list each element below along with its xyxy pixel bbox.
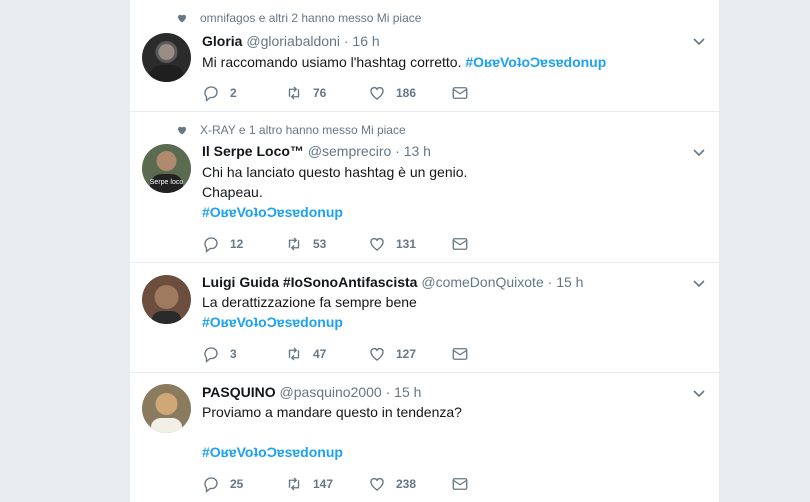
retweet-icon bbox=[288, 347, 300, 361]
tweet-text-line: La derattizzazione fa sempre bene bbox=[202, 294, 417, 310]
message-icon[interactable] bbox=[451, 475, 469, 493]
reply-icon bbox=[204, 477, 218, 493]
hashtag-link[interactable]: #OʁɐVoʇoƆɐsɐdonup bbox=[465, 54, 606, 70]
like-count: 238 bbox=[396, 477, 417, 491]
chevron-down-icon[interactable] bbox=[693, 388, 705, 400]
tweet-text-line: Chapeau. bbox=[202, 184, 263, 200]
reply-count: 3 bbox=[230, 347, 237, 361]
reply-button[interactable]: 25 bbox=[202, 475, 285, 493]
like-count: 186 bbox=[396, 86, 417, 100]
heart-icon bbox=[370, 238, 384, 251]
tweet-text: La derattizzazione fa sempre bene #OʁɐVo… bbox=[202, 292, 417, 332]
like-button[interactable]: 186 bbox=[368, 84, 451, 102]
heart-icon bbox=[178, 126, 186, 135]
retweet-button[interactable]: 76 bbox=[285, 84, 368, 102]
tweet-text-line: Chi ha lanciato questo hashtag è un geni… bbox=[202, 164, 468, 180]
separator-dot: · bbox=[395, 143, 400, 159]
heart-icon bbox=[178, 14, 186, 23]
author-name[interactable]: Luigi Guida #IoSonoAntifascista bbox=[202, 274, 417, 290]
avatar[interactable]: Serpe loco bbox=[142, 144, 191, 193]
retweet-count: 76 bbox=[313, 86, 327, 100]
social-context-text: omnifagos e altri 2 hanno messo Mi piace bbox=[200, 11, 422, 25]
avatar[interactable] bbox=[142, 33, 191, 82]
reply-icon bbox=[204, 86, 218, 102]
avatar[interactable] bbox=[142, 275, 191, 324]
timestamp[interactable]: 13 h bbox=[404, 143, 431, 159]
tweet-actions: 3 47 127 bbox=[202, 345, 469, 363]
reply-button[interactable]: 3 bbox=[202, 345, 285, 363]
timeline: omnifagos e altri 2 hanno messo Mi piace… bbox=[129, 0, 720, 502]
chevron-down-icon[interactable] bbox=[693, 36, 705, 48]
author-handle[interactable]: @comeDonQuixote bbox=[421, 274, 543, 290]
reply-icon bbox=[204, 237, 218, 253]
tweet-text-line: Mi raccomando usiamo l'hashtag corretto. bbox=[202, 54, 462, 70]
author-handle[interactable]: @gloriabaldoni bbox=[246, 33, 340, 49]
message-icon[interactable] bbox=[451, 345, 469, 363]
tweet-actions: 12 53 131 bbox=[202, 235, 469, 253]
author-handle[interactable]: @sempreciro bbox=[308, 143, 391, 159]
chevron-down-icon[interactable] bbox=[693, 278, 705, 290]
separator-dot: · bbox=[547, 274, 553, 290]
message-icon[interactable] bbox=[451, 84, 469, 102]
heart-icon bbox=[370, 478, 384, 491]
social-context: omnifagos e altri 2 hanno messo Mi piace bbox=[176, 11, 421, 25]
heart-icon bbox=[370, 87, 384, 100]
like-count: 127 bbox=[396, 347, 417, 361]
social-context: X-RAY e 1 altro hanno messo Mi piace bbox=[176, 123, 406, 137]
retweet-count: 147 bbox=[313, 477, 334, 491]
retweet-count: 53 bbox=[313, 237, 327, 251]
tweet[interactable]: X-RAY e 1 altro hanno messo Mi piace Ser… bbox=[130, 112, 719, 263]
author-name[interactable]: Il Serpe Loco™ bbox=[202, 143, 304, 159]
hashtag-link[interactable]: #OʁɐVoʇoƆɐsɐdonup bbox=[202, 442, 462, 462]
tweet[interactable]: PASQUINO @pasquino2000 · 15 h Proviamo a… bbox=[130, 373, 719, 502]
reply-count: 25 bbox=[230, 477, 244, 491]
heart-icon bbox=[370, 348, 384, 361]
reply-button[interactable]: 2 bbox=[202, 84, 285, 102]
tweet-header: PASQUINO @pasquino2000 · 15 h bbox=[202, 384, 421, 400]
tweet[interactable]: omnifagos e altri 2 hanno messo Mi piace… bbox=[130, 0, 719, 112]
retweet-icon bbox=[288, 237, 300, 251]
retweet-icon bbox=[288, 86, 300, 100]
tweet-text: Proviamo a mandare questo in tendenza? #… bbox=[202, 402, 462, 462]
separator-dot: · bbox=[343, 33, 349, 49]
reply-icon bbox=[204, 347, 218, 363]
tweet-header: Luigi Guida #IoSonoAntifascista @comeDon… bbox=[202, 274, 583, 290]
timestamp[interactable]: 15 h bbox=[394, 384, 421, 400]
message-icon[interactable] bbox=[451, 235, 469, 253]
tweet-text: Mi raccomando usiamo l'hashtag corretto.… bbox=[202, 52, 606, 72]
retweet-icon bbox=[288, 477, 300, 491]
tweet-text: Chi ha lanciato questo hashtag è un geni… bbox=[202, 162, 467, 222]
retweet-button[interactable]: 53 bbox=[285, 235, 368, 253]
like-button[interactable]: 127 bbox=[368, 345, 451, 363]
tweet-text-line: Proviamo a mandare questo in tendenza? bbox=[202, 404, 462, 420]
timestamp[interactable]: 15 h bbox=[556, 274, 583, 290]
retweet-button[interactable]: 147 bbox=[285, 475, 368, 493]
author-name[interactable]: PASQUINO bbox=[202, 384, 276, 400]
avatar-text: Serpe loco bbox=[150, 179, 184, 186]
social-context-text: X-RAY e 1 altro hanno messo Mi piace bbox=[200, 123, 406, 137]
timestamp[interactable]: 16 h bbox=[352, 33, 379, 49]
author-name[interactable]: Gloria bbox=[202, 33, 242, 49]
reply-count: 2 bbox=[230, 86, 237, 100]
chevron-down-icon[interactable] bbox=[693, 147, 705, 159]
hashtag-link[interactable]: #OʁɐVoʇoƆɐsɐdonup bbox=[202, 312, 417, 332]
avatar[interactable] bbox=[142, 384, 191, 433]
tweet[interactable]: Luigi Guida #IoSonoAntifascista @comeDon… bbox=[130, 263, 719, 373]
reply-count: 12 bbox=[230, 237, 244, 251]
like-count: 131 bbox=[396, 237, 417, 251]
retweet-button[interactable]: 47 bbox=[285, 345, 368, 363]
retweet-count: 47 bbox=[313, 347, 327, 361]
like-button[interactable]: 238 bbox=[368, 475, 451, 493]
hashtag-link[interactable]: #OʁɐVoʇoƆɐsɐdonup bbox=[202, 202, 467, 222]
tweet-actions: 25 147 238 bbox=[202, 475, 469, 493]
tweet-header: Gloria @gloriabaldoni · 16 h bbox=[202, 33, 380, 49]
author-handle[interactable]: @pasquino2000 bbox=[280, 384, 382, 400]
reply-button[interactable]: 12 bbox=[202, 235, 285, 253]
like-button[interactable]: 131 bbox=[368, 235, 451, 253]
tweet-actions: 2 76 186 bbox=[202, 84, 469, 102]
separator-dot: · bbox=[385, 384, 391, 400]
tweet-header: Il Serpe Loco™ @sempreciro · 13 h bbox=[202, 143, 431, 159]
